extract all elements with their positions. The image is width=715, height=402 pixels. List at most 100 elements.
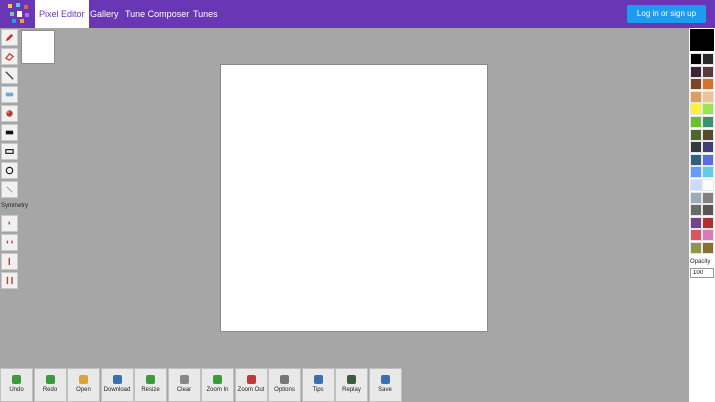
- tab-gallery[interactable]: Gallery: [86, 0, 123, 28]
- rectangle-icon: [5, 92, 14, 97]
- redo-icon: [45, 375, 55, 384]
- resize-button[interactable]: Resize: [134, 368, 167, 402]
- tab-tune-composer[interactable]: Tune Composer: [121, 0, 193, 28]
- zoom-in-icon: [213, 375, 222, 384]
- download-icon: [112, 375, 122, 384]
- line-icon: [5, 71, 14, 80]
- palette-swatch[interactable]: [690, 116, 702, 128]
- app-logo-icon[interactable]: [6, 2, 32, 26]
- filled-rectangle-tool[interactable]: [1, 124, 18, 141]
- palette-swatch[interactable]: [690, 90, 702, 103]
- eraser-tool[interactable]: [1, 48, 18, 65]
- rectangle-outline-icon: [5, 149, 14, 154]
- palette-swatch[interactable]: [702, 103, 714, 116]
- symmetry-both-button[interactable]: [1, 272, 18, 289]
- palette-swatch[interactable]: [690, 53, 702, 65]
- palette-swatch[interactable]: [702, 141, 714, 154]
- palette-swatch[interactable]: [690, 179, 702, 191]
- palette-swatch[interactable]: [690, 128, 702, 141]
- rectangle-outline-tool[interactable]: [1, 143, 18, 160]
- palette-swatch[interactable]: [702, 179, 714, 191]
- tips-icon: [313, 375, 323, 384]
- zoom-in-button[interactable]: Zoom In: [201, 368, 234, 402]
- palette-swatch[interactable]: [702, 153, 714, 166]
- palette-swatch[interactable]: [702, 204, 714, 217]
- symmetry-none-icon: [8, 221, 10, 225]
- line-tool[interactable]: [1, 67, 18, 84]
- toolbar-button-label: Zoom Out: [237, 387, 265, 393]
- palette-swatch[interactable]: [702, 65, 714, 78]
- palette-swatch[interactable]: [702, 53, 714, 65]
- palette-swatch[interactable]: [702, 128, 714, 141]
- symmetry-vertical-icon: [6, 240, 13, 244]
- options-button[interactable]: Options: [268, 368, 301, 402]
- dither-icon: [6, 186, 13, 193]
- toolbar-button-label: Download: [103, 387, 131, 393]
- undo-icon: [12, 375, 21, 384]
- palette-swatch[interactable]: [702, 191, 714, 204]
- download-button[interactable]: Download: [100, 368, 134, 402]
- save-icon: [380, 375, 390, 384]
- login-button[interactable]: Log in or sign up: [627, 5, 706, 23]
- replay-button[interactable]: Replay: [335, 368, 368, 402]
- rectangle-select-tool[interactable]: [1, 86, 18, 103]
- palette-swatch[interactable]: [690, 229, 702, 242]
- undo-button[interactable]: Undo: [0, 368, 33, 402]
- toolbar-button-label: Tips: [312, 387, 324, 393]
- replay-icon: [347, 375, 356, 384]
- options-icon: [280, 375, 289, 384]
- symmetry-horizontal-button[interactable]: [1, 253, 18, 270]
- palette-swatch[interactable]: [690, 204, 702, 217]
- selected-color-swatch[interactable]: [690, 29, 714, 51]
- toolbar-button-label: Options: [274, 387, 295, 393]
- palette-swatch[interactable]: [690, 191, 702, 204]
- tab-pixel-editor[interactable]: Pixel Editor: [35, 0, 89, 28]
- pencil-tool[interactable]: [1, 29, 18, 46]
- circle-icon: [5, 166, 14, 175]
- palette-swatch[interactable]: [690, 153, 702, 166]
- palette-swatch[interactable]: [690, 216, 702, 229]
- circle-tool[interactable]: [1, 162, 18, 179]
- top-nav-bar: Pixel Editor Gallery Tune Composer Tunes…: [0, 0, 715, 28]
- symmetry-vertical-button[interactable]: [1, 234, 18, 251]
- palette-swatch[interactable]: [690, 103, 702, 116]
- palette-swatch[interactable]: [702, 166, 714, 179]
- open-icon: [79, 375, 88, 384]
- palette-swatch[interactable]: [702, 90, 714, 103]
- clear-button[interactable]: Clear: [167, 368, 201, 402]
- zoom-out-icon: [246, 375, 256, 384]
- toolbar-button-label: Replay: [342, 387, 361, 393]
- symmetry-label: Symmetry: [1, 203, 28, 209]
- toolbar-button-label: Save: [378, 387, 392, 393]
- palette-swatch[interactable]: [690, 141, 702, 154]
- toolbar-button-label: Open: [76, 387, 91, 393]
- fill-icon: [6, 110, 13, 117]
- toolbar-button-label: Resize: [141, 387, 160, 393]
- palette-swatch[interactable]: [702, 242, 714, 254]
- palette-swatch[interactable]: [702, 116, 714, 128]
- opacity-input[interactable]: [690, 268, 714, 278]
- palette-swatch[interactable]: [690, 65, 702, 78]
- clear-icon: [179, 375, 189, 384]
- fill-tool[interactable]: [1, 105, 18, 122]
- palette-swatch[interactable]: [690, 242, 702, 254]
- drawing-canvas[interactable]: [220, 64, 488, 332]
- redo-button[interactable]: Redo: [33, 368, 67, 402]
- palette-swatch[interactable]: [690, 166, 702, 179]
- palette-swatch[interactable]: [702, 216, 714, 229]
- palette-swatch[interactable]: [702, 78, 714, 91]
- palette-swatch[interactable]: [702, 229, 714, 242]
- toolbar-button-label: Redo: [42, 387, 58, 393]
- save-button[interactable]: Save: [368, 368, 402, 402]
- symmetry-horizontal-icon: [8, 257, 10, 266]
- tab-tunes[interactable]: Tunes: [189, 0, 222, 28]
- tips-button[interactable]: Tips: [301, 368, 335, 402]
- zoom-out-button[interactable]: Zoom Out: [234, 368, 268, 402]
- opacity-label: Opacity: [690, 259, 711, 265]
- eraser-icon: [4, 52, 15, 61]
- dither-tool[interactable]: [1, 181, 18, 198]
- palette-swatch[interactable]: [690, 78, 702, 91]
- toolbar-button-label: Zoom In: [206, 387, 229, 393]
- open-button[interactable]: Open: [67, 368, 100, 402]
- symmetry-none-button[interactable]: [1, 215, 18, 232]
